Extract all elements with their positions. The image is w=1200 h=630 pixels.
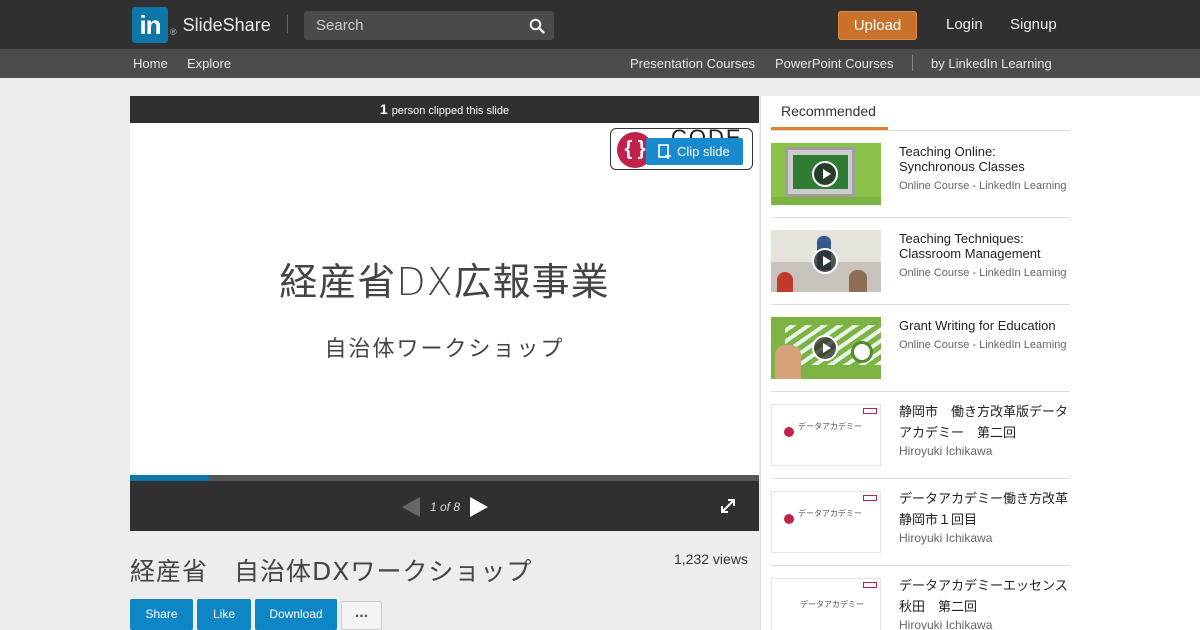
share-button[interactable]: Share: [130, 599, 193, 630]
previous-slide-icon[interactable]: [402, 497, 420, 517]
slide-subtitle: 自治体ワークショップ: [324, 337, 565, 362]
slide-title: 経産省DX広報事業: [279, 260, 610, 304]
list-item[interactable]: データアカデミー データアカデミー働き方改革 静岡市１回目 Hiroyuki I…: [771, 479, 1082, 566]
clip-count-bar: 1 person clipped this slide: [130, 96, 759, 123]
list-item[interactable]: データアカデミー データアカデミーエッセンス秋田 第二回 Hiroyuki Ic…: [771, 566, 1070, 630]
clip-slide-label: Clip slide: [677, 144, 730, 159]
top-bar: in ® SlideShare Upload Login Signup: [0, 0, 1200, 49]
presentation-title: 経産省 自治体DXワークショップ: [130, 557, 533, 586]
clip-text: person clipped this slide: [391, 105, 510, 117]
recommended-title: Grant Writing for Education: [899, 318, 1056, 333]
list-item[interactable]: Teaching Techniques: Classroom Managemen…: [771, 218, 1070, 305]
slide-thumbnail: データアカデミー: [771, 404, 881, 466]
search-box: [304, 11, 554, 40]
tab-recommended[interactable]: Recommended: [771, 96, 888, 130]
linkedin-logo-icon: in: [132, 7, 168, 43]
fullscreen-icon[interactable]: [720, 498, 736, 514]
recommended-title: 静岡市 働き方改革版データアカデミー 第二回: [899, 404, 1069, 440]
nav-powerpoint-courses[interactable]: PowerPoint Courses: [775, 56, 894, 71]
divider: [912, 55, 913, 71]
clip-slide-button[interactable]: Clip slide: [646, 138, 743, 165]
list-item[interactable]: Grant Writing for Education Online Cours…: [771, 305, 1070, 392]
recommended-title: データアカデミーエッセンス秋田 第二回: [899, 578, 1068, 614]
slideshare-logo[interactable]: in ® SlideShare: [132, 7, 271, 43]
like-button[interactable]: Like: [197, 599, 251, 630]
clip-icon: [658, 144, 671, 159]
login-link[interactable]: Login: [946, 16, 983, 33]
list-item[interactable]: Teaching Online: Synchronous Classes Onl…: [771, 131, 1070, 218]
brand-name: SlideShare: [182, 14, 271, 35]
search-icon[interactable]: [529, 18, 545, 34]
recommended-meta: Online Course - LinkedIn Learning: [899, 180, 1067, 192]
player-controls: 1 of 8: [130, 481, 759, 531]
slide-player: 1person clipped this slide { } CODE Clip…: [130, 96, 759, 531]
sub-navigation: Home Explore Presentation Courses PowerP…: [0, 49, 1200, 78]
signup-link[interactable]: Signup: [1010, 16, 1057, 33]
recommended-title: Teaching Online: Synchronous Classes: [899, 144, 1025, 174]
play-icon: [812, 248, 838, 274]
nav-linkedin-learning[interactable]: by LinkedIn Learning: [931, 56, 1052, 71]
nav-home[interactable]: Home: [133, 56, 168, 71]
recommended-meta: Online Course - LinkedIn Learning: [899, 339, 1067, 351]
recommended-title: データアカデミー働き方改革 静岡市１回目: [899, 491, 1082, 527]
recommended-meta: Hiroyuki Ichikawa: [899, 531, 993, 545]
nav-explore[interactable]: Explore: [187, 56, 231, 71]
recommended-meta: Online Course - LinkedIn Learning: [899, 267, 1067, 279]
download-button[interactable]: Download: [255, 599, 337, 630]
play-icon: [812, 335, 838, 361]
registered-mark: ®: [170, 27, 177, 37]
list-item[interactable]: データアカデミー 静岡市 働き方改革版データアカデミー 第二回 Hiroyuki…: [771, 392, 1070, 479]
recommended-title: Teaching Techniques: Classroom Managemen…: [899, 231, 1041, 261]
page-indicator: 1 of 8: [430, 500, 461, 514]
mini-logo-icon: [784, 427, 794, 437]
slide-thumbnail: データアカデミー: [771, 491, 881, 553]
current-slide[interactable]: { } CODE Clip slide 経産省DX広報事業 自治体ワークショップ: [130, 123, 759, 475]
next-slide-icon[interactable]: [470, 497, 488, 517]
recommended-meta: Hiroyuki Ichikawa: [899, 618, 993, 630]
upload-button[interactable]: Upload: [838, 11, 917, 40]
mini-logo-icon: [784, 514, 794, 524]
play-icon: [812, 161, 838, 187]
slide-thumbnail: データアカデミー: [771, 578, 881, 630]
more-options-button[interactable]: ...: [341, 601, 382, 630]
nav-presentation-courses[interactable]: Presentation Courses: [630, 56, 755, 71]
view-count: 1,232 views: [674, 551, 748, 567]
course-thumbnail: [771, 143, 881, 205]
recommended-sidebar: Recommended Teaching Online: Synchronous…: [760, 96, 1200, 630]
divider: [287, 15, 288, 33]
search-input[interactable]: [304, 11, 524, 40]
course-thumbnail: [771, 230, 881, 292]
clip-count: 1: [379, 101, 388, 117]
course-thumbnail: [771, 317, 881, 379]
recommended-meta: Hiroyuki Ichikawa: [899, 444, 993, 458]
